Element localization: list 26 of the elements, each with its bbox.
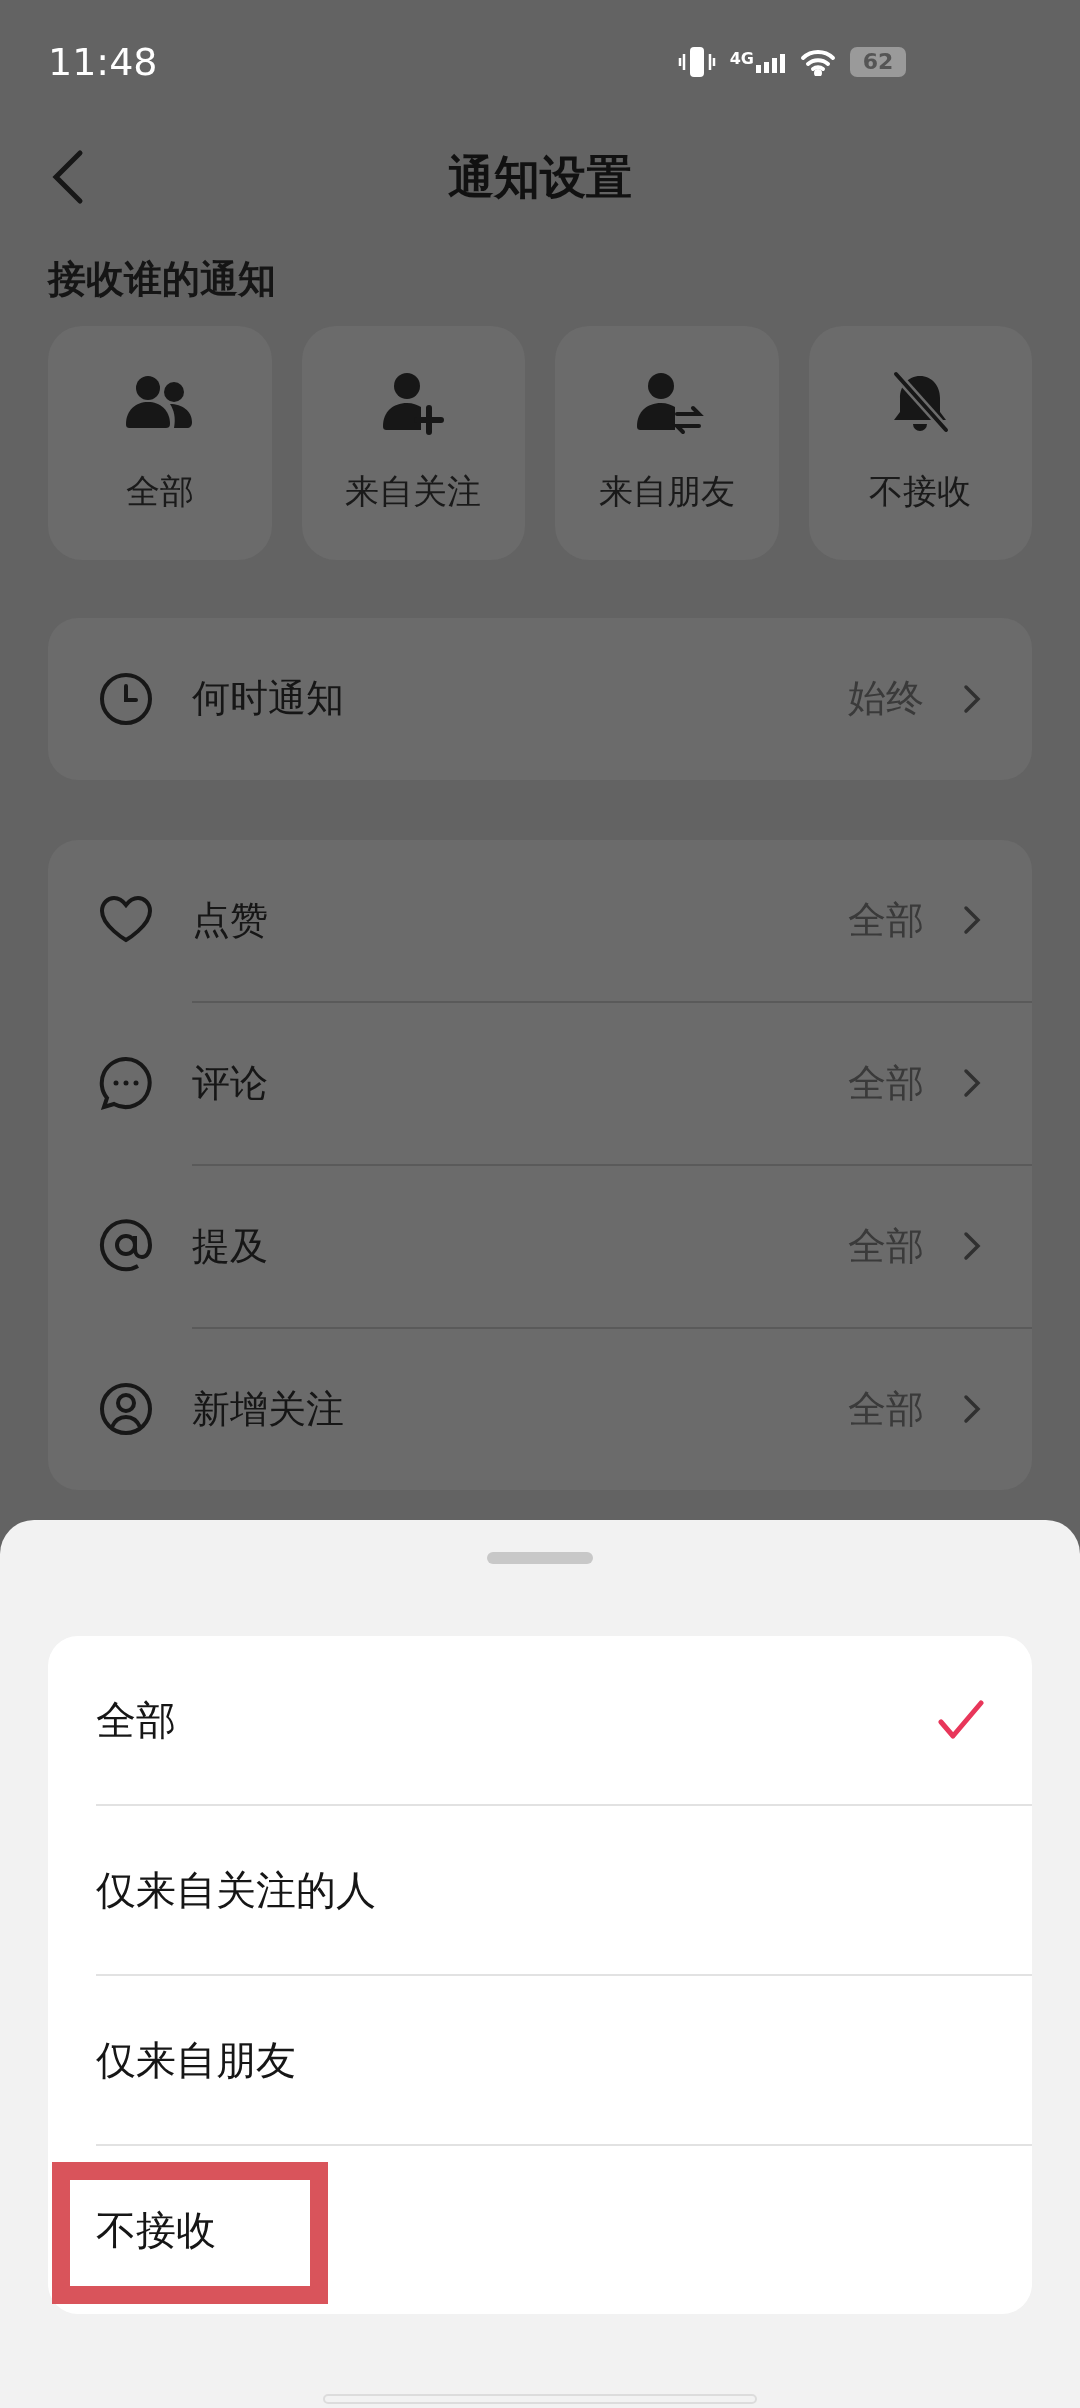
battery-indicator: 62 <box>850 47 906 77</box>
signal-icon <box>756 51 786 73</box>
section-title: 接收谁的通知 <box>48 256 277 303</box>
drag-handle[interactable] <box>487 1552 593 1564</box>
chevron-right-icon <box>962 904 982 936</box>
chevron-right-icon <box>962 1230 982 1262</box>
clock-icon <box>98 670 154 727</box>
vibrate-icon <box>677 46 716 78</box>
option-item[interactable]: 仅来自关注的人 <box>48 1806 1032 1974</box>
wifi-icon <box>800 48 836 76</box>
audience-tile[interactable]: 全部 <box>48 325 272 560</box>
chat-bubble-icon <box>98 1055 154 1111</box>
option-item[interactable]: 不接收 <box>48 2146 1032 2314</box>
audience-tile[interactable]: 不接收 <box>808 325 1032 560</box>
network-type: 4G <box>729 51 754 67</box>
page-title: 通知设置 <box>448 148 632 206</box>
user-circle-icon <box>98 1381 154 1437</box>
status-time: 11:48 <box>48 38 158 86</box>
chevron-right-icon <box>962 1393 982 1425</box>
chevron-right-icon <box>962 1067 982 1099</box>
audience-tile[interactable]: 来自关注 <box>301 325 525 560</box>
audience-tile[interactable]: 来自朋友 <box>555 325 779 560</box>
chevron-right-icon <box>962 682 982 715</box>
at-sign-icon <box>98 1218 154 1274</box>
option-item[interactable]: 仅来自朋友 <box>48 1976 1032 2144</box>
option-item[interactable]: 全部 <box>48 1636 1032 1804</box>
